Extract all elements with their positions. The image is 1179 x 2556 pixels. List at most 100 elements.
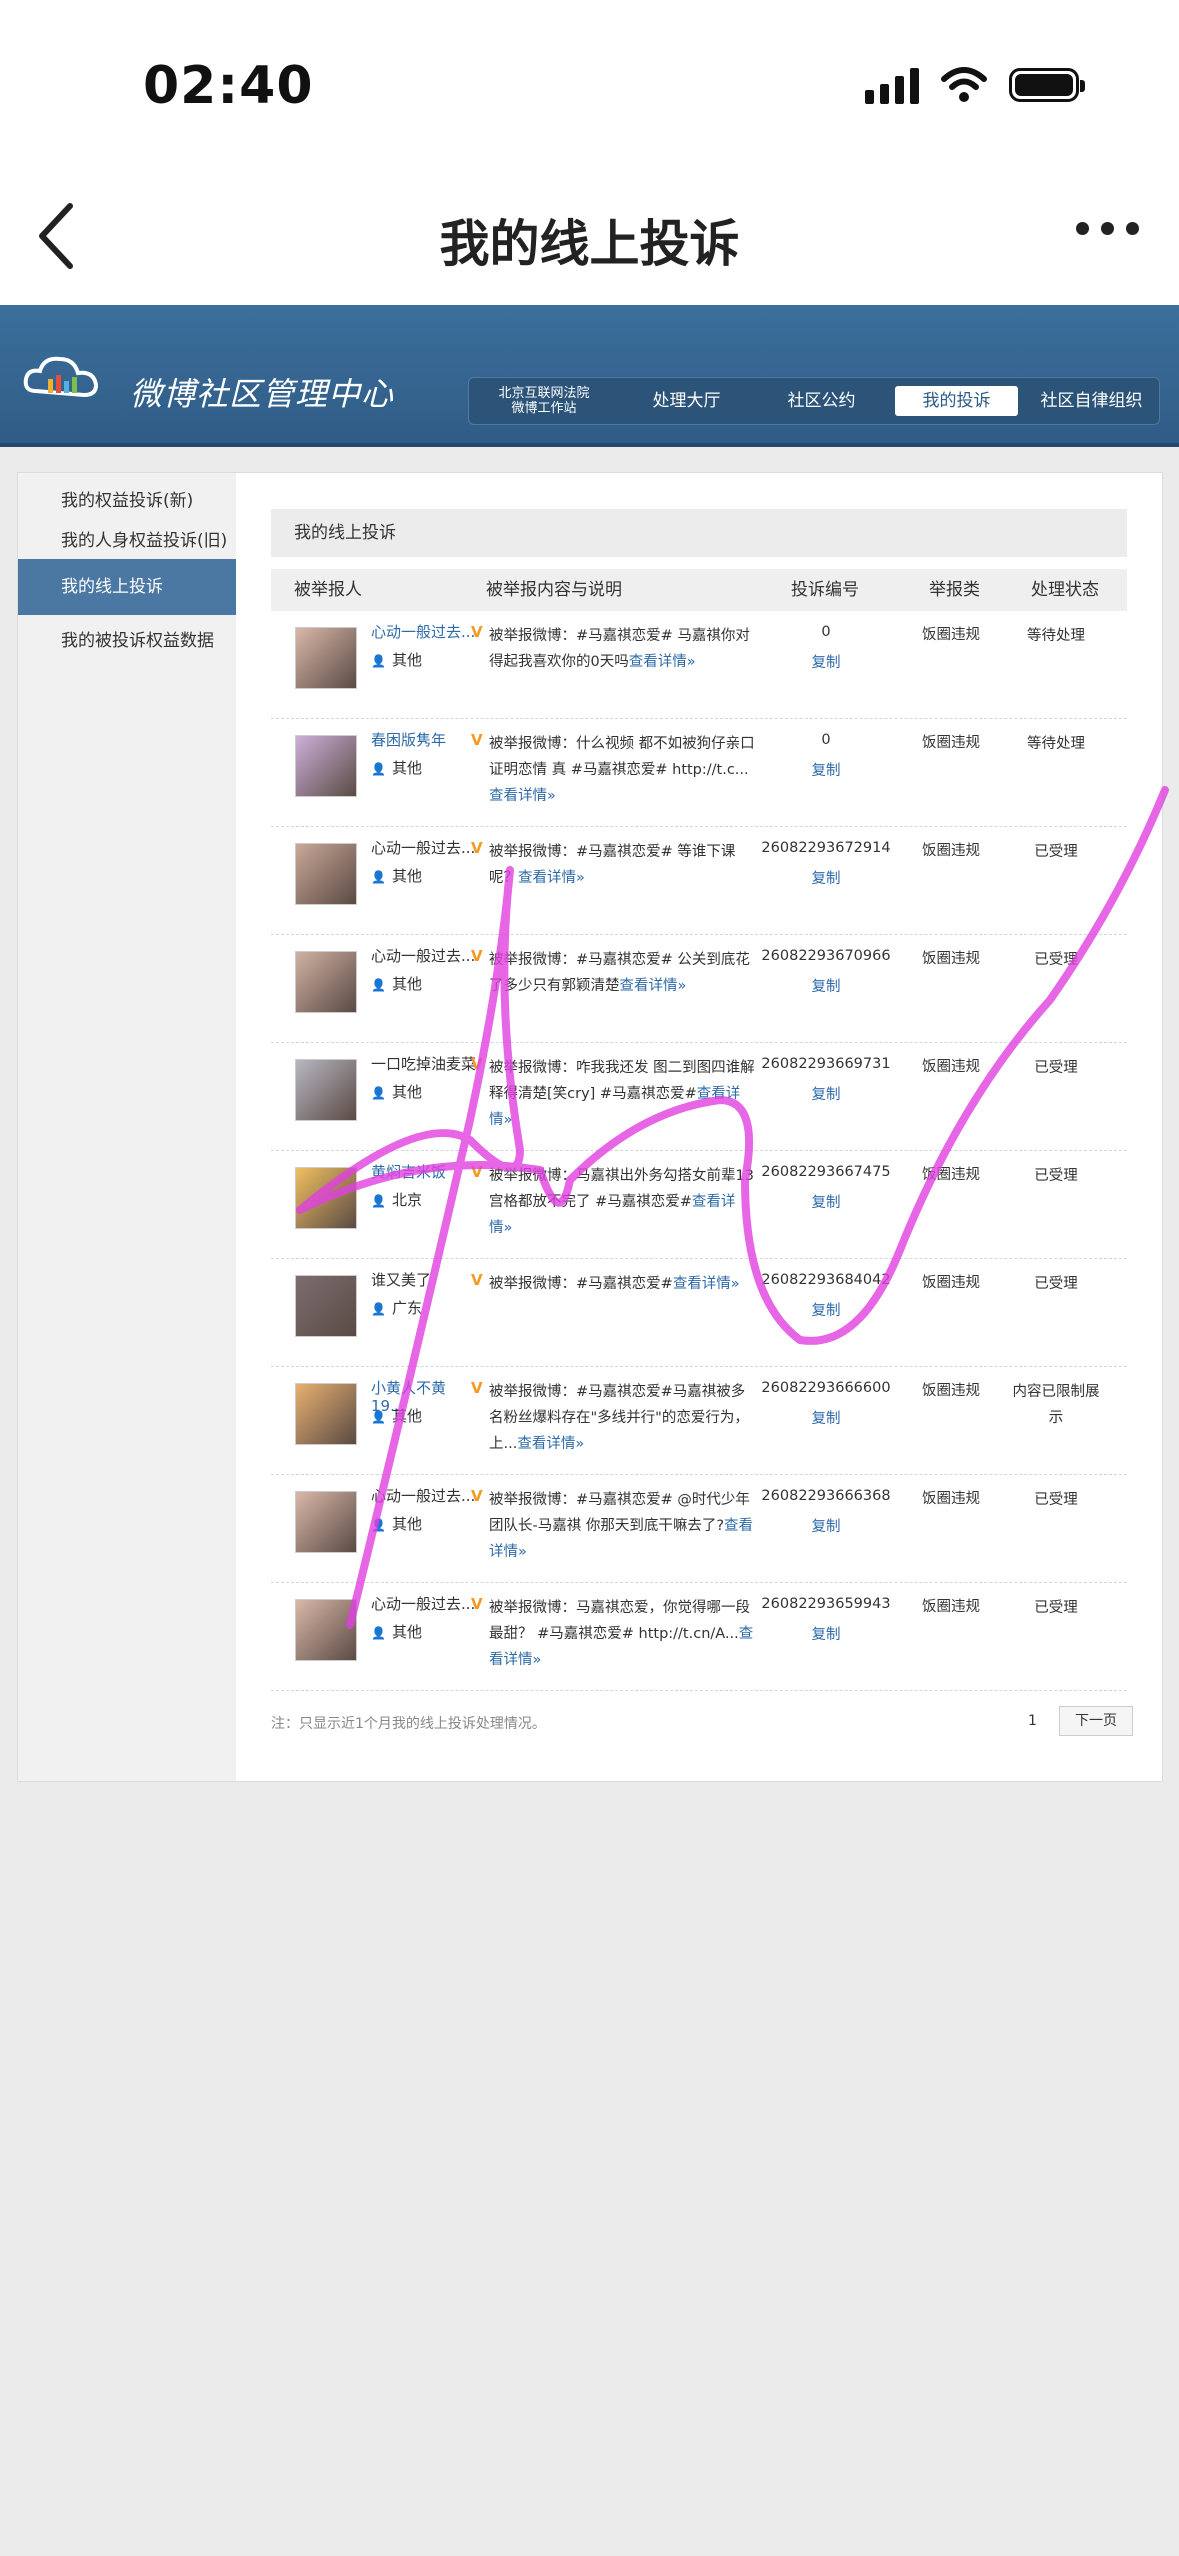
- copy-link[interactable]: 复制: [756, 1623, 896, 1644]
- sidebar-item-complained-data[interactable]: 我的被投诉权益数据: [18, 613, 236, 669]
- more-icon[interactable]: [1076, 222, 1139, 235]
- status-text: 已受理: [1034, 952, 1078, 968]
- complaints-table: 心动一般过去...V其他被举报微博：#马嘉祺恋爱# 马嘉祺你对得起我喜欢你的0天…: [271, 611, 1127, 1691]
- complaint-description: 被举报微博：#马嘉祺恋爱#马嘉祺被多名粉丝爆料存在"多线并行"的恋爱行为，上..…: [489, 1379, 755, 1457]
- avatar[interactable]: [295, 735, 357, 797]
- copy-link[interactable]: 复制: [756, 1407, 896, 1428]
- reported-user-name[interactable]: 春困版隽年: [371, 731, 476, 749]
- status-text: 已受理: [1034, 1492, 1078, 1508]
- page-number[interactable]: 1: [1028, 1713, 1037, 1729]
- complaint-id: 0: [821, 732, 831, 748]
- avatar[interactable]: [295, 951, 357, 1013]
- verified-icon: V: [471, 731, 483, 749]
- complaint-type: 饭圈违规: [922, 1599, 980, 1615]
- complaint-description: 被举报微博：#马嘉祺恋爱#查看详情»: [489, 1271, 755, 1297]
- col-complaint-id: 投诉编号: [791, 580, 859, 600]
- nav-item-my-complaints[interactable]: 我的投诉: [895, 386, 1018, 416]
- reported-user-name[interactable]: 一口吃掉油麦菜: [371, 1055, 476, 1073]
- status-text: 等待处理: [1027, 736, 1085, 752]
- view-details-link[interactable]: 查看详情»: [673, 1276, 740, 1292]
- complaints-content: 我的线上投诉 被举报人 被举报内容与说明 投诉编号 举报类 处理状态 心动一般过…: [271, 509, 1127, 1691]
- reported-user-name[interactable]: 心动一般过去...: [371, 1595, 476, 1613]
- site-header: 微博社区管理中心 北京互联网法院 微博工作站 处理大厅 社区公约 我的投诉 社区…: [0, 305, 1179, 447]
- copy-link[interactable]: 复制: [756, 759, 896, 780]
- user-location: 广东: [371, 1297, 422, 1318]
- status-text: 已受理: [1034, 1276, 1078, 1292]
- complaint-type: 饭圈违规: [922, 1383, 980, 1399]
- reported-user-name[interactable]: 心动一般过去...: [371, 947, 476, 965]
- col-type: 举报类: [929, 580, 980, 600]
- complaint-type: 饭圈违规: [922, 951, 980, 967]
- view-details-link[interactable]: 查看详情»: [629, 654, 696, 670]
- content-title: 我的线上投诉: [271, 509, 1127, 557]
- table-row: 谁又美了V 广东 被举报微博：#马嘉祺恋爱#查看详情» 26082293684042 复…: [271, 1259, 1127, 1367]
- avatar[interactable]: [295, 843, 357, 905]
- copy-link[interactable]: 复制: [756, 975, 896, 996]
- verified-icon: V: [471, 1595, 483, 1613]
- complaint-id: 26082293667475: [761, 1164, 891, 1180]
- avatar[interactable]: [295, 1059, 357, 1121]
- complaint-description: 被举报微博：#马嘉祺恋爱# 等谁下课呢？查看详情»: [489, 839, 755, 891]
- table-row: 一口吃掉油麦菜V 其他 被举报微博：咋我我还发 图二到图四谁解释得清楚[笑cry] …: [271, 1043, 1127, 1151]
- status-bar: 02:40: [0, 0, 1179, 170]
- table-row: 小黄人不黄19...V其他被举报微博：#马嘉祺恋爱#马嘉祺被多名粉丝爆料存在"多…: [271, 1367, 1127, 1475]
- view-details-link[interactable]: 查看详情»: [518, 870, 585, 886]
- status-text: 已受理: [1034, 1600, 1078, 1616]
- status-text: 已受理: [1034, 1060, 1078, 1076]
- reported-user-name[interactable]: 心动一般过去...: [371, 1487, 476, 1505]
- complaint-type: 饭圈违规: [922, 627, 980, 643]
- nav-item-convention[interactable]: 社区公约: [760, 386, 883, 416]
- user-location: 其他: [371, 1405, 422, 1426]
- court-link[interactable]: 北京互联网法院 微博工作站: [469, 386, 619, 416]
- cloud-logo-icon: [23, 356, 99, 398]
- avatar[interactable]: [295, 1275, 357, 1337]
- copy-link[interactable]: 复制: [756, 867, 896, 888]
- battery-icon: [1009, 68, 1085, 102]
- complaint-description: 被举报微博：马嘉祺出外务勾搭女前辈13宫格都放不完了 #马嘉祺恋爱#查看详情»: [489, 1163, 755, 1241]
- copy-link[interactable]: 复制: [756, 1191, 896, 1212]
- footer-note: 注：只显示近1个月我的线上投诉处理情况。: [271, 1716, 546, 1732]
- status-text: 内容已限制展示: [1012, 1384, 1100, 1426]
- complaint-description: 被举报微博：#马嘉祺恋爱# 公关到底花了多少只有郭颖清楚查看详情»: [489, 947, 755, 999]
- table-row: 心动一般过去...V 其他 被举报微博：#马嘉祺恋爱# 公关到底花了多少只有郭颖清楚…: [271, 935, 1127, 1043]
- complaint-type: 饭圈违规: [922, 1167, 980, 1183]
- nav-item-hall[interactable]: 处理大厅: [625, 386, 748, 416]
- sidebar-item-online-complaints[interactable]: 我的线上投诉: [18, 559, 236, 615]
- copy-link[interactable]: 复制: [756, 1515, 896, 1536]
- reported-user-name[interactable]: 心动一般过去...: [371, 839, 476, 857]
- copy-link[interactable]: 复制: [756, 1299, 896, 1320]
- avatar[interactable]: [295, 1167, 357, 1229]
- table-row: 黄焖吉米饭V 北京 被举报微博：马嘉祺出外务勾搭女前辈13宫格都放不完了 #马嘉祺恋…: [271, 1151, 1127, 1259]
- next-page-button[interactable]: 下一页: [1059, 1706, 1133, 1736]
- reported-user-name[interactable]: 心动一般过去...: [371, 623, 476, 641]
- col-reported-user: 被举报人: [294, 580, 362, 600]
- view-details-link[interactable]: 查看详情»: [620, 978, 687, 994]
- avatar[interactable]: [295, 627, 357, 689]
- col-status: 处理状态: [1031, 580, 1099, 600]
- complaint-description: 被举报微博：咋我我还发 图二到图四谁解释得清楚[笑cry] #马嘉祺恋爱#查看详…: [489, 1055, 755, 1133]
- reported-user-name[interactable]: 谁又美了: [371, 1271, 476, 1289]
- verified-icon: V: [471, 1271, 483, 1289]
- table-row: 心动一般过去...V 其他 被举报微博：马嘉祺恋爱，你觉得哪一段最甜？ #马嘉祺恋爱…: [271, 1583, 1127, 1691]
- view-details-link[interactable]: 查看详情»: [489, 788, 556, 804]
- nav-item-self-regulation[interactable]: 社区自律组织: [1030, 386, 1153, 416]
- table-row: 春困版隽年V 其他 被举报微博：什么视频 都不如被狗仔亲口证明恋情 真 #马嘉祺恋爱…: [271, 719, 1127, 827]
- col-content: 被举报内容与说明: [486, 580, 622, 600]
- complaint-type: 饭圈违规: [922, 1491, 980, 1507]
- avatar[interactable]: [295, 1491, 357, 1553]
- complaint-id: 26082293684042: [761, 1272, 891, 1288]
- reported-user-name[interactable]: 黄焖吉米饭: [371, 1163, 476, 1181]
- complaint-id: 26082293670966: [761, 948, 891, 964]
- verified-icon: V: [471, 1055, 483, 1073]
- view-details-link[interactable]: 查看详情»: [517, 1436, 584, 1452]
- copy-link[interactable]: 复制: [756, 1083, 896, 1104]
- complaint-description: 被举报微博：什么视频 都不如被狗仔亲口证明恋情 真 #马嘉祺恋爱# http:/…: [489, 731, 755, 809]
- description-text: 被举报微博：#马嘉祺恋爱# @时代少年团队长-马嘉祺 你那天到底干嘛去了?: [489, 1492, 750, 1534]
- table-header: 被举报人 被举报内容与说明 投诉编号 举报类 处理状态: [271, 569, 1127, 611]
- avatar[interactable]: [295, 1599, 357, 1661]
- complaint-type: 饭圈违规: [922, 735, 980, 751]
- user-location: 其他: [371, 865, 422, 886]
- complaint-description: 被举报微博：马嘉祺恋爱，你觉得哪一段最甜？ #马嘉祺恋爱# http://t.c…: [489, 1595, 755, 1673]
- copy-link[interactable]: 复制: [756, 651, 896, 672]
- avatar[interactable]: [295, 1383, 357, 1445]
